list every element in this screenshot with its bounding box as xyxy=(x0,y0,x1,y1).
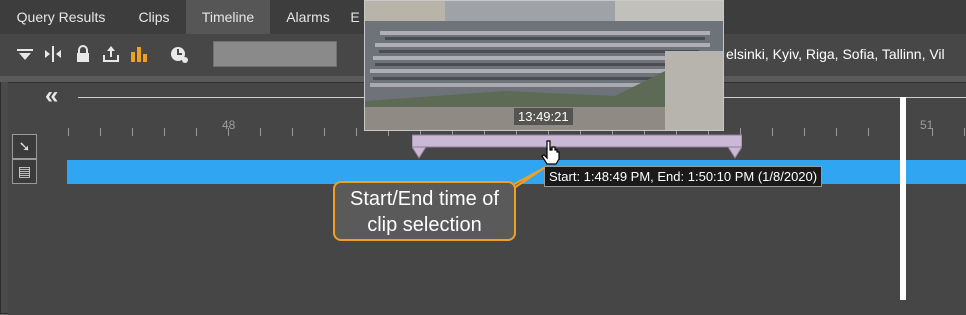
tick-label: 51 xyxy=(920,118,934,132)
tab-alarms[interactable]: Alarms xyxy=(270,0,346,34)
callout-annotation: Start/End time of clip selection xyxy=(333,181,516,241)
tab-query-results[interactable]: Query Results xyxy=(0,0,122,34)
clock-settings-icon[interactable] xyxy=(168,43,190,65)
filter-icon[interactable] xyxy=(14,43,36,65)
timezone-label: elsinki, Kyiv, Riga, Sofia, Tallinn, Vil xyxy=(726,46,945,62)
export-icon[interactable] xyxy=(100,43,122,65)
selection-tooltip: Start: 1:48:49 PM, End: 1:50:10 PM (1/8/… xyxy=(544,166,823,187)
callout-line-1: Start/End time of xyxy=(350,188,499,210)
clip-selection-bracket[interactable] xyxy=(412,131,742,159)
hand-cursor-icon xyxy=(541,140,560,165)
search-input[interactable] xyxy=(213,41,337,67)
chart-icon[interactable] xyxy=(128,43,150,65)
film-icon[interactable]: ▤ xyxy=(12,159,37,184)
callout-line-2: clip selection xyxy=(367,214,482,236)
tab-timeline[interactable]: Timeline xyxy=(186,0,270,34)
tick-label: 48 xyxy=(222,118,236,132)
preview-timestamp: 13:49:21 xyxy=(514,108,573,125)
expand-arrow-icon[interactable]: ➘ xyxy=(12,134,37,159)
collapse-left-icon[interactable]: « xyxy=(45,84,58,108)
tab-partial[interactable]: E xyxy=(346,0,364,34)
tab-clips[interactable]: Clips xyxy=(122,0,186,34)
lock-icon[interactable] xyxy=(72,43,94,65)
playhead-cursor[interactable] xyxy=(900,97,906,300)
split-icon[interactable] xyxy=(42,43,64,65)
